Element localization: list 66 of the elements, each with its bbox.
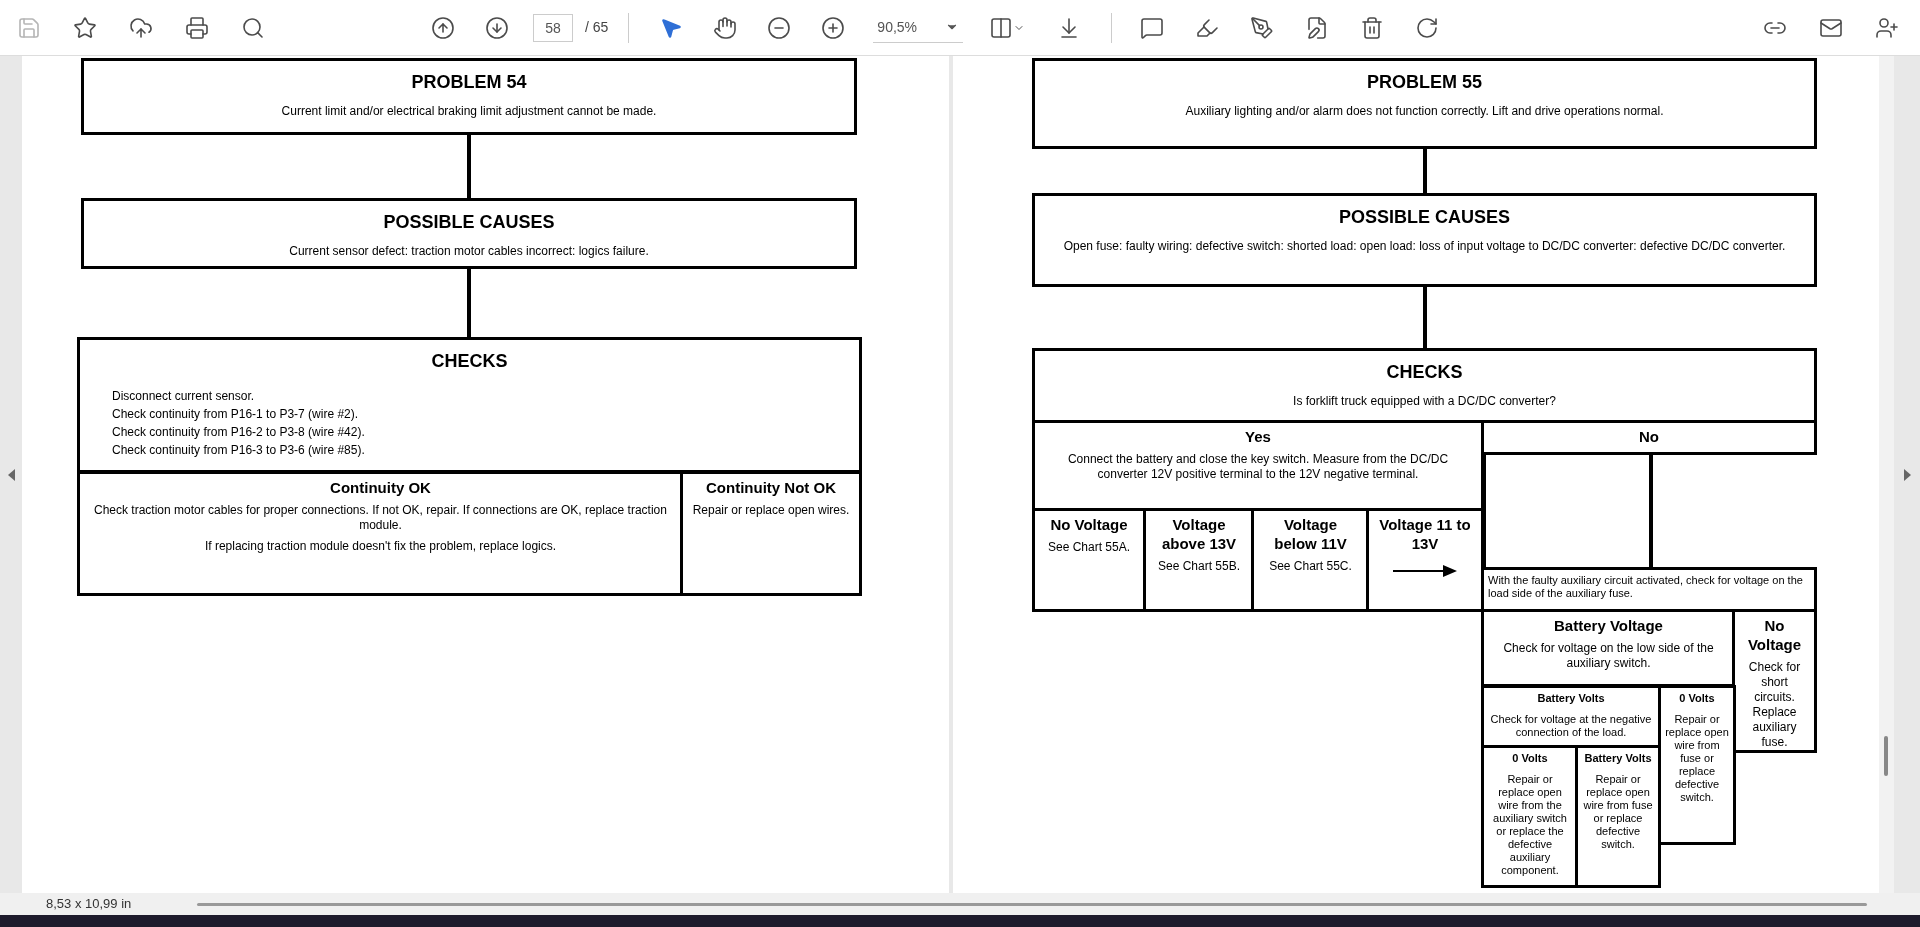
box-title: Battery Voltage [1554,616,1663,635]
box-text: Connect the battery and close the key switch. Measure from the DC/DC converter 12V positive terminal to the 12V negative terminal. [1066,452,1450,482]
search-icon[interactable] [241,15,265,40]
box-text: If replacing traction module doesn't fix the problem, replace logics. [204,539,557,554]
box-text: Auxiliary lighting and/or alarm does not function correctly. Lift and drive operations normal. [1185,103,1664,120]
box-title: No Voltage [1746,616,1803,654]
scrollbar[interactable] [1879,56,1894,893]
left-arrow-icon[interactable] [7,468,15,481]
page-number-field[interactable]: 58 [533,13,573,42]
box-title: POSSIBLE CAUSES [1338,206,1510,229]
box-text: Check for short circuits. Replace auxiliary fuse. [1747,660,1802,750]
hand-icon[interactable] [713,15,738,40]
box-title: Continuity Not OK [706,478,836,497]
box-title: PROBLEM 55 [1367,71,1482,94]
box-title: POSSIBLE CAUSES [383,211,555,234]
box-text: Repair or replace open wires. [692,503,850,518]
box-text: Repair or replace open wire from fuse or replace defective switch. [1665,712,1729,804]
trash-icon[interactable] [1360,15,1385,40]
arrow-up-icon[interactable] [431,15,455,40]
box-text: With the faulty auxiliary circuit activated, check for voltage on the load side of the auxiliary fuse. [1488,574,1804,600]
printer-icon[interactable] [185,15,209,40]
box-title: CHECKS [431,350,508,373]
box-title: CHECKS [1386,361,1463,384]
box-text: See Chart 55A. [1047,540,1131,555]
box-text: Disconnect current sensor. [112,388,256,405]
page-total: / 65 [585,18,609,37]
box-title: Yes [1245,427,1271,446]
pen-icon[interactable] [1250,15,1275,40]
box-text: Check continuity from P16-2 to P3-8 (wire #42). [112,424,365,441]
box-text: Current sensor defect: traction motor cables incorrect: logics failure. [289,243,649,260]
box-text: Check continuity from P16-3 to P3-6 (wire #85). [112,442,365,459]
box-text: Repair or replace open wire from the auxiliary switch or replace the defective auxiliary component. [1492,772,1568,877]
box-text: See Chart 55B. [1157,559,1241,574]
box-title: Voltage below 11V [1273,515,1348,553]
box-title: 0 Volts [1512,751,1548,766]
box-title: Battery Volts [1584,751,1652,766]
box-text: See Chart 55C. [1269,559,1352,574]
cloud-upload-icon[interactable] [129,15,153,40]
right-arrow-icon[interactable] [1903,468,1911,481]
zoom-in-icon[interactable] [821,15,846,40]
box-text: Repair or replace open wire from fuse or replace defective switch. [1582,772,1654,851]
box-title: No [1639,427,1659,446]
arrow-down-icon[interactable] [485,15,509,40]
box-title: 0 Volts [1679,691,1715,706]
box-title: Battery Volts [1537,691,1605,706]
box-text: Open fuse: faulty wiring: defective switch: shorted load: open load: loss of input voltage to DC/DC converter: defective DC/DC converter. [1063,238,1786,255]
box-title: Voltage above 13V [1160,515,1238,553]
star-icon[interactable] [73,15,97,40]
page-size-label: 8,53 x 10,99 in [46,895,132,914]
box-text: Check traction motor cables for proper connections. If not OK, repair. If connections are OK, replace traction module. [93,503,668,533]
box-text: Check for voltage on the low side of the auxiliary switch. [1502,641,1715,671]
box-text: Check continuity from P16-1 to P3-7 (wire #2). [112,406,360,423]
box-title: No Voltage [1050,515,1128,534]
zoom-field[interactable]: 90,5% [873,12,964,43]
box-title: Voltage 11 to 13V [1378,515,1472,553]
rotate-icon[interactable] [1415,15,1440,40]
box-title: PROBLEM 54 [411,71,527,94]
zoom-out-icon[interactable] [767,15,792,40]
comment-icon[interactable] [1140,15,1165,40]
box-text: Check for voltage at the negative connection of the load. [1489,712,1653,739]
page-fit-icon[interactable] [989,15,1014,40]
box-text: Is forklift truck equipped with a DC/DC converter? [1293,393,1556,410]
horizontal-scrollbar[interactable] [197,902,1868,906]
box-title: Continuity OK [330,478,431,497]
box-text: Current limit and/or electrical braking limit adjustment cannot be made. [281,103,657,120]
user-plus-icon[interactable] [1875,15,1899,40]
